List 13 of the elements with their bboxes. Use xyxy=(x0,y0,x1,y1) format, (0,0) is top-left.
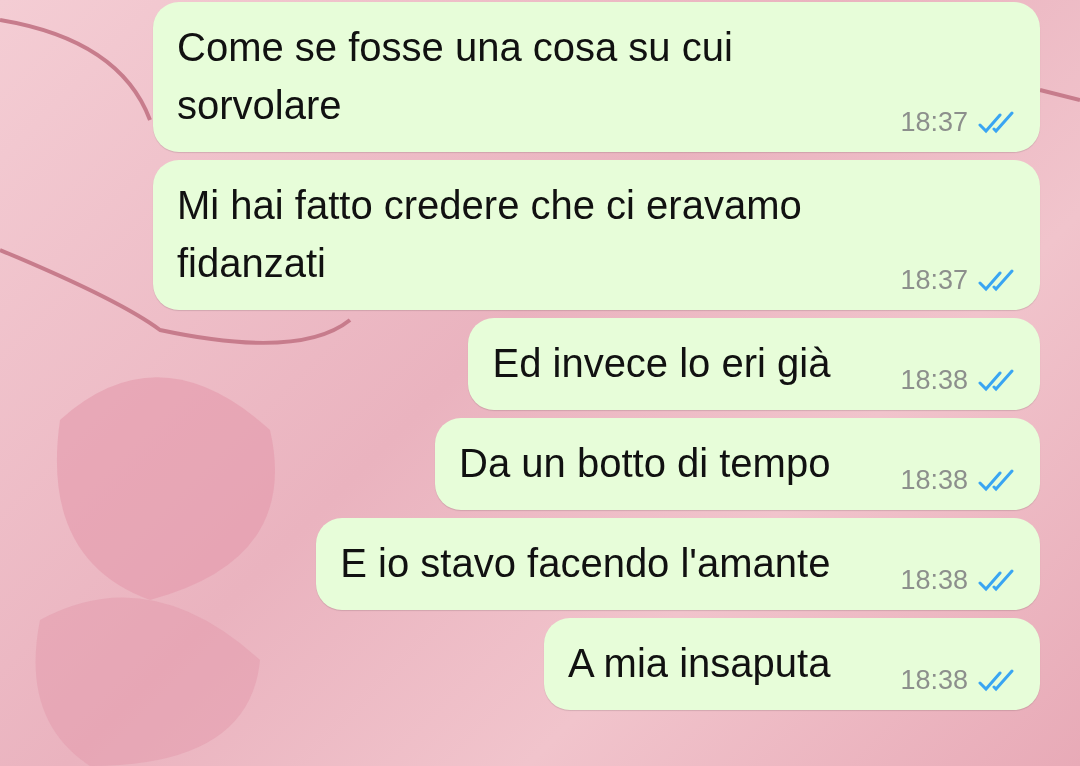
message-text: Da un botto di tempo xyxy=(459,440,831,487)
message-text: E io stavo facendo l'amante xyxy=(340,540,831,587)
message-time: 18:37 xyxy=(900,265,968,296)
message-text: A mia insaputa xyxy=(568,640,831,687)
message-time: 18:38 xyxy=(900,565,968,596)
message-text: Ed invece lo eri già xyxy=(492,340,831,387)
message-text: Mi hai fatto credere che ci eravamo fidanzati xyxy=(177,182,803,287)
curve-line xyxy=(1039,88,1080,102)
message-time: 18:38 xyxy=(900,465,968,496)
message-time: 18:38 xyxy=(900,665,968,696)
message-text: Come se fosse una cosa su cui sorvolare xyxy=(177,24,734,129)
message-time: 18:37 xyxy=(900,107,968,138)
message-time: 18:38 xyxy=(900,365,968,396)
